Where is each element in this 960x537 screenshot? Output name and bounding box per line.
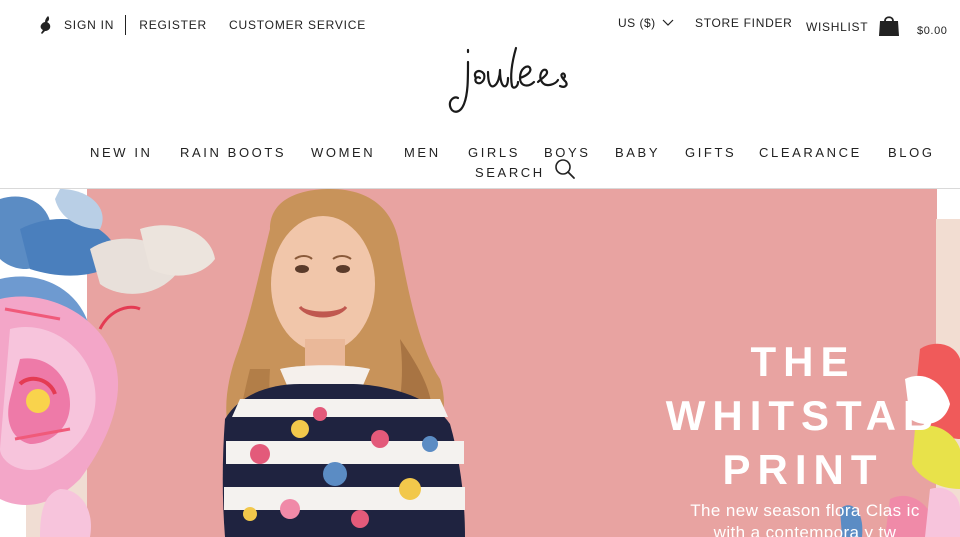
hero-subtitle-line-1: The new season flora Clas ic [690,501,920,520]
hero-title-line-2: WHITSTAB [665,392,941,439]
nav-rain-boots[interactable]: RAIN BOOTS [180,145,286,160]
model-photo [222,189,465,537]
shopping-bag-icon[interactable] [878,14,900,38]
utility-bar-left: SIGN IN REGISTER CUSTOMER SERVICE [38,14,366,36]
store-finder-link[interactable]: STORE FINDER [695,16,793,30]
nav-girls[interactable]: GIRLS [468,145,520,160]
chevron-down-icon [662,19,674,26]
currency-selector[interactable]: US ($) [618,16,674,30]
divider [125,15,127,35]
hero-title-line-1: THE [750,338,856,385]
nav-new-in[interactable]: NEW IN [90,145,153,160]
floral-left [0,189,215,537]
hero-subtitle-line-2: with a contempora y tw [713,523,897,537]
sign-in-link[interactable]: SIGN IN [64,18,114,32]
main-nav: NEW IN RAIN BOOTS WOMEN MEN GIRLS BOYS B… [0,144,960,188]
hare-icon [40,16,51,34]
nav-clearance[interactable]: CLEARANCE [759,145,862,160]
bag-total: $0.00 [917,25,948,37]
currency-label: US ($) [618,16,656,30]
nav-baby[interactable]: BABY [615,145,660,160]
nav-women[interactable]: WOMEN [311,145,375,160]
hero-title-line-3: PRINT [722,446,884,493]
wishlist-link[interactable]: WISHLIST [806,20,868,34]
nav-blog[interactable]: BLOG [888,145,935,160]
nav-search[interactable]: SEARCH [475,165,545,180]
hero-banner[interactable]: THE WHITSTAB PRINT The new season flora … [0,189,960,537]
register-link[interactable]: REGISTER [139,18,207,32]
joules-logo[interactable] [446,42,574,120]
nav-men[interactable]: MEN [404,145,441,160]
nav-gifts[interactable]: GIFTS [685,145,736,160]
customer-service-link[interactable]: CUSTOMER SERVICE [229,18,366,32]
search-icon[interactable] [554,158,576,180]
